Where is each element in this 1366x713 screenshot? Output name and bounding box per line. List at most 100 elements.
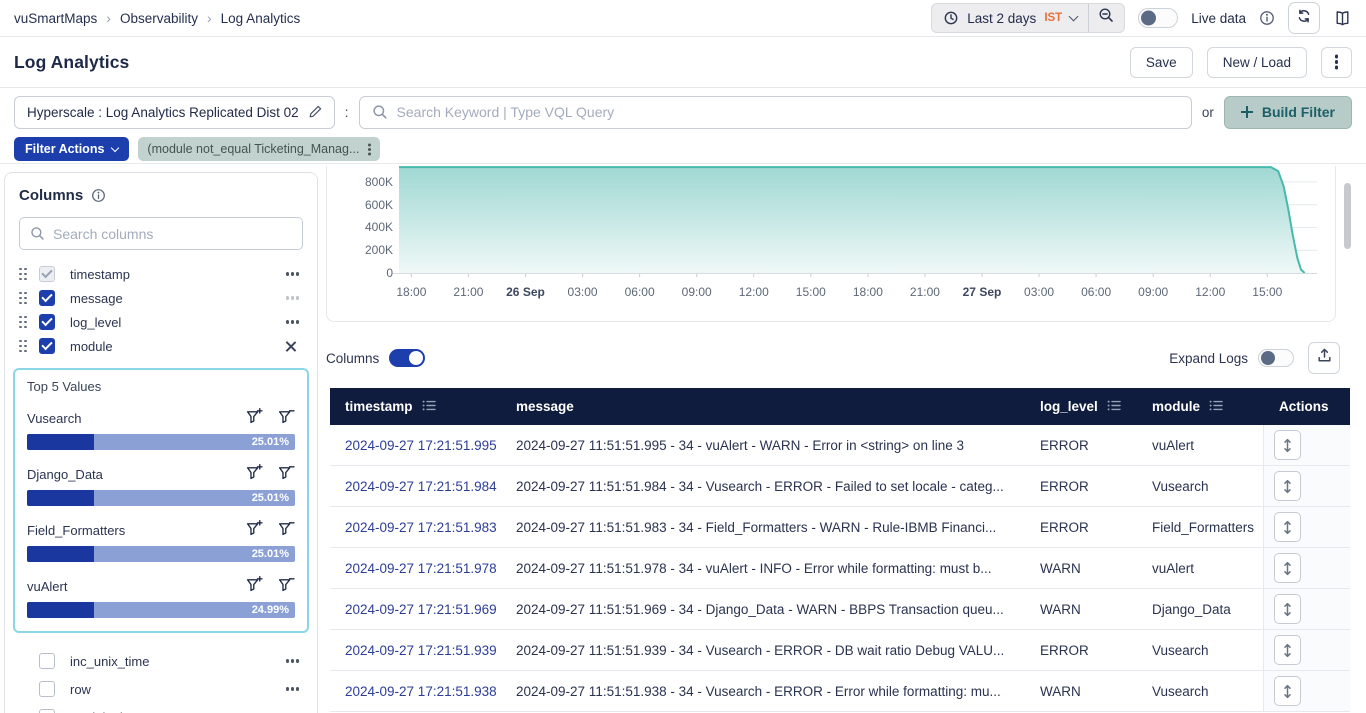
x-axis-label: 03:00 [1024, 285, 1054, 299]
filter-include-icon[interactable] [246, 519, 263, 541]
filter-exclude-icon[interactable] [278, 575, 295, 597]
new-load-button[interactable]: New / Load [1207, 47, 1307, 78]
breadcrumb-item[interactable]: Log Analytics [221, 11, 301, 26]
expand-row-button[interactable] [1274, 635, 1301, 665]
time-range-group: Last 2 days IST [931, 3, 1125, 33]
cell-timestamp[interactable]: 2024-09-27 17:21:51.978 [330, 548, 506, 588]
column-trailing [284, 340, 299, 353]
drag-handle-icon[interactable] [19, 340, 27, 353]
drag-handle-icon[interactable] [19, 292, 27, 305]
top5-filter-icons [246, 407, 295, 429]
column-menu-icon[interactable] [1209, 399, 1223, 415]
filter-actions-button[interactable]: Filter Actions [14, 137, 129, 161]
vertical-scrollbar[interactable] [1344, 183, 1351, 249]
cell-timestamp[interactable]: 2024-09-27 17:21:51.984 [330, 466, 506, 506]
table-header-actions: Actions [1263, 388, 1350, 425]
columns-search-input[interactable] [53, 226, 292, 242]
cell-module: Vusearch [1142, 671, 1263, 711]
more-options-button[interactable] [1321, 47, 1352, 78]
breadcrumb: vuSmartMaps›Observability›Log Analytics [14, 10, 300, 26]
column-options-icon[interactable] [291, 659, 294, 662]
export-button[interactable] [1308, 342, 1340, 374]
column-checkbox[interactable] [39, 653, 55, 669]
top5-item-header: Field_Formatters [27, 519, 295, 541]
cell-timestamp[interactable]: 2024-09-27 17:21:51.938 [330, 671, 506, 711]
column-options-icon[interactable] [291, 320, 294, 323]
breadcrumb-item[interactable]: vuSmartMaps [14, 11, 97, 26]
drag-handle-icon[interactable] [19, 316, 27, 329]
docs-book-icon[interactable] [1333, 10, 1352, 27]
expand-row-button[interactable] [1274, 594, 1301, 624]
cell-timestamp[interactable]: 2024-09-27 17:21:51.969 [330, 589, 506, 629]
column-trailing [291, 687, 299, 690]
top5-percentage: 25.01% [252, 548, 289, 560]
cell-message: 2024-09-27 11:51:51.984 - 34 - Vusearch … [506, 466, 1030, 506]
column-checkbox[interactable] [39, 709, 55, 713]
top5-value-name: Field_Formatters [27, 523, 125, 538]
expand-row-button[interactable] [1274, 471, 1301, 501]
chevron-down-icon [1069, 11, 1079, 21]
cell-timestamp[interactable]: 2024-09-27 17:21:51.939 [330, 630, 506, 670]
search-input[interactable] [397, 104, 1179, 120]
column-options-icon[interactable] [291, 687, 294, 690]
column-options-icon[interactable] [291, 296, 294, 299]
column-checkbox[interactable] [39, 266, 55, 282]
filter-exclude-icon[interactable] [278, 519, 295, 541]
table-header-module: module [1142, 388, 1263, 425]
time-range-picker[interactable]: Last 2 days IST [932, 4, 1088, 32]
time-range-label: Last 2 days [967, 11, 1036, 26]
x-axis-label: 27 Sep [963, 285, 1002, 299]
cell-timestamp[interactable]: 2024-09-27 17:21:51.983 [330, 507, 506, 547]
filter-row: Filter Actions (module not_equal Ticketi… [14, 137, 380, 161]
save-button[interactable]: Save [1130, 47, 1193, 78]
zoom-out-button[interactable] [1088, 4, 1124, 32]
top5-values-panel: Top 5 Values Vusearch25.01%Django_Data25… [13, 368, 309, 633]
top5-percentage: 24.99% [252, 604, 289, 616]
drag-handle-icon[interactable] [19, 268, 27, 281]
filter-exclude-icon[interactable] [278, 407, 295, 429]
top5-bar-fill [27, 546, 94, 562]
cell-message: 2024-09-27 11:51:51.983 - 34 - Field_For… [506, 507, 1030, 547]
build-filter-button[interactable]: Build Filter [1224, 96, 1352, 129]
table-header-message: message [506, 388, 1030, 425]
filter-include-icon[interactable] [246, 463, 263, 485]
top5-item-header: Django_Data [27, 463, 295, 485]
cell-message: 2024-09-27 11:51:51.995 - 34 - vuAlert -… [506, 425, 1030, 465]
expand-logs-toggle[interactable] [1258, 349, 1294, 367]
column-checkbox[interactable] [39, 314, 55, 330]
x-axis-label: 15:00 [796, 285, 826, 299]
info-icon[interactable] [1259, 10, 1275, 26]
breadcrumb-item[interactable]: Observability [120, 11, 198, 26]
cell-timestamp[interactable]: 2024-09-27 17:21:51.995 [330, 425, 506, 465]
top5-item-header: vuAlert [27, 575, 295, 597]
filter-include-icon[interactable] [246, 407, 263, 429]
chip-kebab-icon[interactable] [368, 148, 371, 151]
column-options-icon[interactable] [291, 272, 294, 275]
x-axis-label: 18:00 [853, 285, 883, 299]
column-menu-icon[interactable] [1107, 399, 1121, 415]
live-data-toggle[interactable] [1138, 8, 1178, 28]
expand-row-button[interactable] [1274, 553, 1301, 583]
filter-chip[interactable]: (module not_equal Ticketing_Manag... [138, 137, 380, 161]
column-checkbox[interactable] [39, 338, 55, 354]
expand-row-button[interactable] [1274, 676, 1301, 706]
data-source-selector[interactable]: Hyperscale : Log Analytics Replicated Di… [14, 96, 335, 129]
expand-row-button[interactable] [1274, 430, 1301, 460]
filter-exclude-icon[interactable] [278, 463, 295, 485]
refresh-button[interactable] [1288, 2, 1320, 34]
column-menu-icon[interactable] [422, 399, 436, 415]
column-checkbox[interactable] [39, 681, 55, 697]
y-axis-label: 800K [331, 175, 393, 189]
header-label: module [1152, 399, 1200, 414]
column-checkbox[interactable] [39, 290, 55, 306]
cell-module: Vusearch [1142, 466, 1263, 506]
main-content: Columns timestampmessagelog_levelmodule … [0, 163, 1366, 713]
expand-row-button[interactable] [1274, 512, 1301, 542]
filter-include-icon[interactable] [246, 575, 263, 597]
x-axis-label: 21:00 [910, 285, 940, 299]
header-label: Actions [1279, 399, 1329, 414]
info-icon[interactable] [91, 188, 106, 203]
top5-item: vuAlert 24.99% [27, 575, 295, 618]
remove-column-icon[interactable] [284, 340, 297, 353]
columns-toggle[interactable] [389, 349, 425, 367]
